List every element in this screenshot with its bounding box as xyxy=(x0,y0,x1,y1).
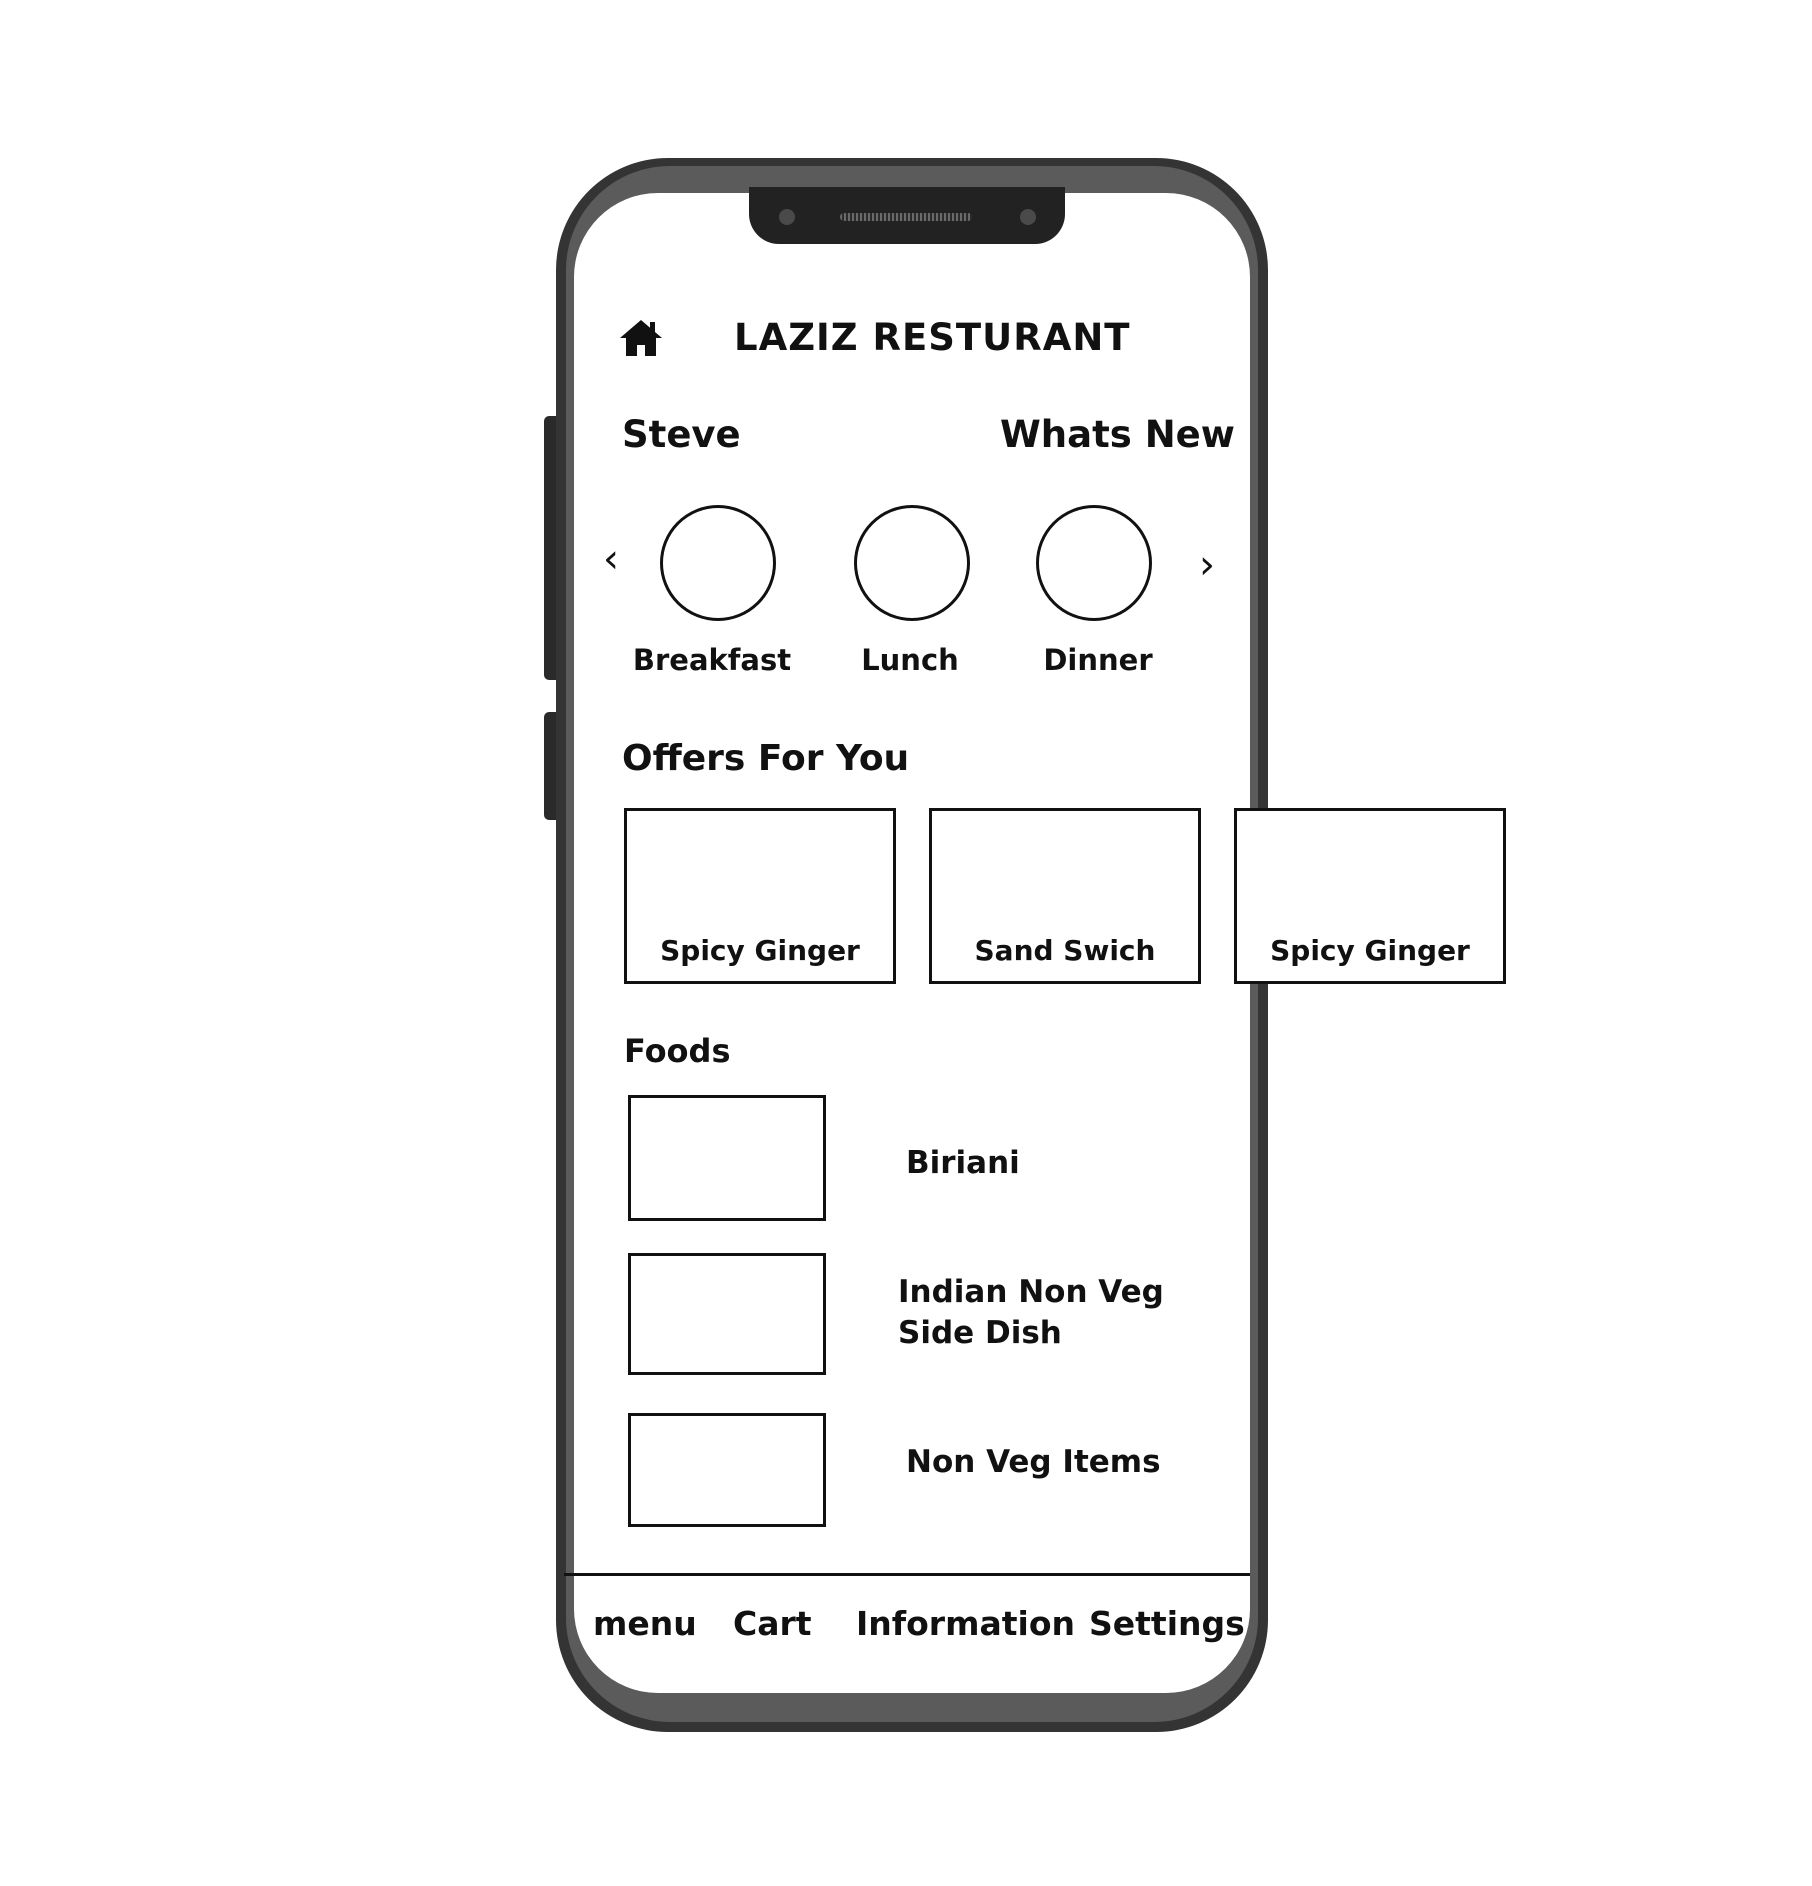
whats-new-link[interactable]: Whats New xyxy=(1000,413,1235,456)
camera-icon xyxy=(779,209,795,225)
category-breakfast-label[interactable]: Breakfast xyxy=(602,643,822,677)
offer-card-label: Spicy Ginger xyxy=(660,934,860,967)
category-breakfast-image[interactable] xyxy=(660,505,776,621)
food-item-label[interactable]: Indian Non Veg Side Dish xyxy=(898,1272,1164,1354)
food-item-label[interactable]: Non Veg Items xyxy=(906,1442,1161,1483)
category-dinner-image[interactable] xyxy=(1036,505,1152,621)
offer-card[interactable]: Spicy Ginger xyxy=(624,808,896,984)
foods-heading: Foods xyxy=(624,1032,731,1070)
sensor-icon xyxy=(1020,209,1036,225)
nav-item-information[interactable]: Information xyxy=(856,1604,1075,1643)
nav-item-menu[interactable]: menu xyxy=(593,1604,697,1643)
food-item-label[interactable]: Biriani xyxy=(906,1143,1020,1184)
offer-card-label: Sand Swich xyxy=(974,934,1156,967)
home-icon[interactable] xyxy=(618,318,664,358)
category-lunch-label[interactable]: Lunch xyxy=(800,643,1020,677)
offers-heading: Offers For You xyxy=(622,738,910,779)
nav-item-settings[interactable]: Settings xyxy=(1089,1604,1245,1643)
speaker-grille xyxy=(840,213,972,221)
app-title: LAZIZ RESTURANT xyxy=(734,316,1131,359)
chevron-right-icon[interactable]: › xyxy=(1199,545,1215,585)
nav-item-cart[interactable]: Cart xyxy=(733,1604,812,1643)
user-name[interactable]: Steve xyxy=(622,413,741,456)
offer-card[interactable]: Spicy Ginger xyxy=(1234,808,1506,984)
food-item-image[interactable] xyxy=(628,1095,826,1221)
food-item-image[interactable] xyxy=(628,1253,826,1375)
chevron-left-icon[interactable]: ‹ xyxy=(603,539,619,579)
offer-card[interactable]: Sand Swich xyxy=(929,808,1201,984)
offer-card-label: Spicy Ginger xyxy=(1270,934,1470,967)
food-item-image[interactable] xyxy=(628,1413,826,1527)
category-dinner-label[interactable]: Dinner xyxy=(988,643,1208,677)
bottom-nav-divider xyxy=(564,1573,1250,1576)
category-lunch-image[interactable] xyxy=(854,505,970,621)
